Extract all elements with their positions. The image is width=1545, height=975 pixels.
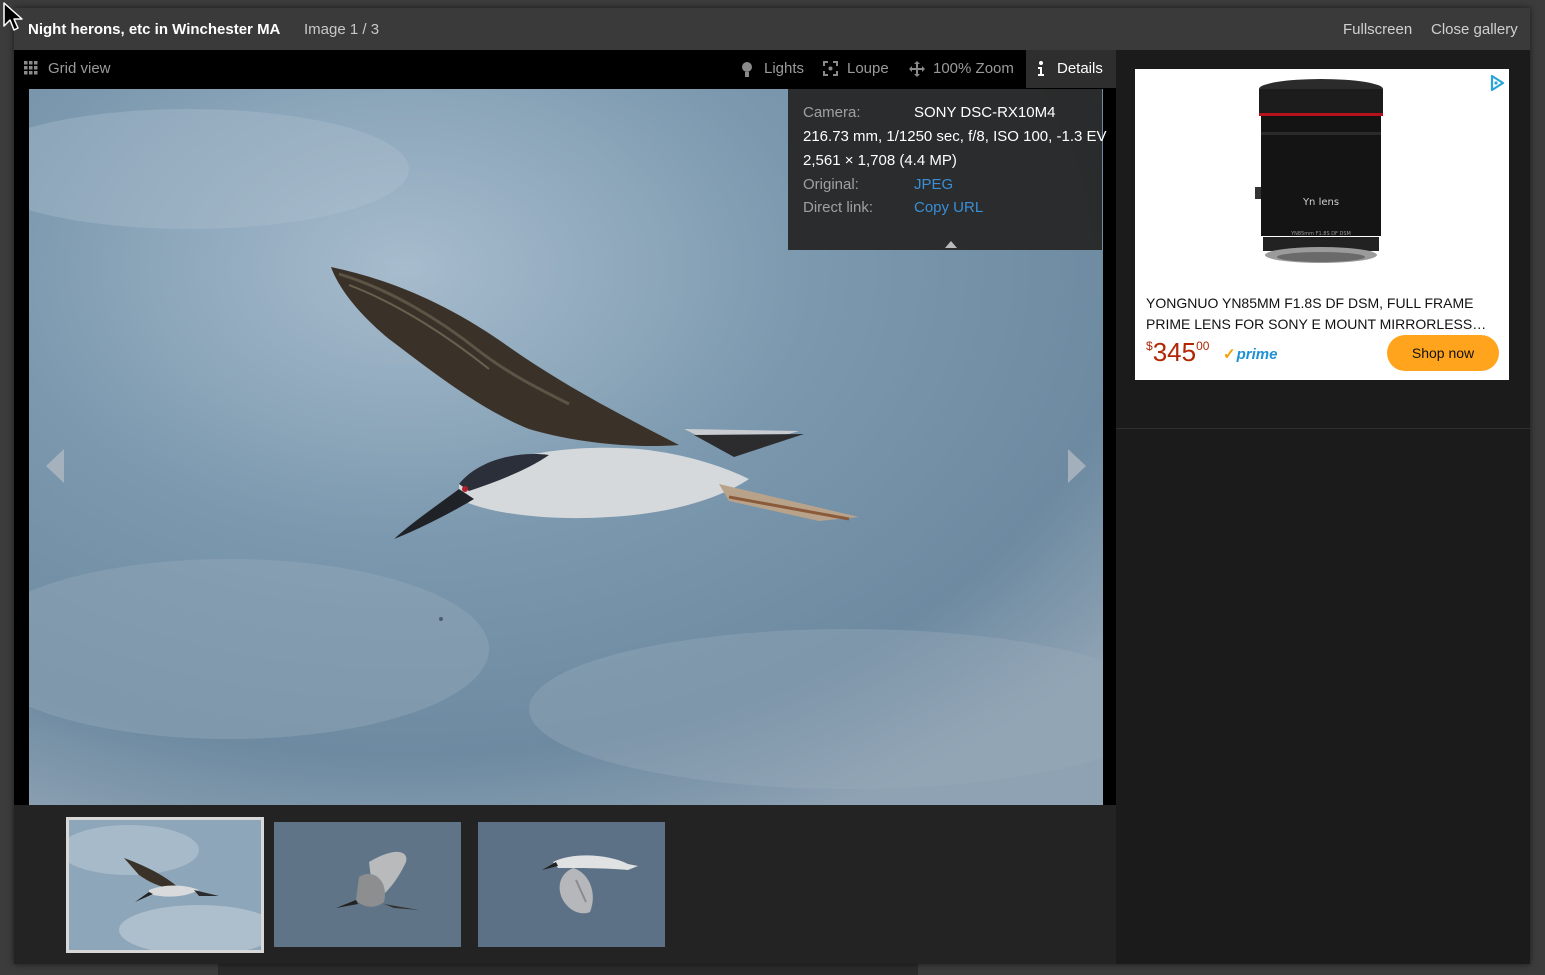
grid-view-label: Grid view bbox=[48, 60, 111, 77]
lens-model-text: YN85mm F1.8S DF DSM bbox=[1290, 231, 1351, 237]
image-dimensions: 2,561 × 1,708 (4.4 MP) bbox=[803, 152, 957, 169]
ad-choices-icon[interactable] bbox=[1488, 74, 1506, 97]
details-label: Details bbox=[1057, 60, 1103, 77]
bulb-icon bbox=[742, 62, 752, 77]
background-page-strip bbox=[218, 964, 918, 975]
gallery-title: Night herons, etc in Winchester MA bbox=[28, 21, 281, 38]
camera-value: SONY DSC-RX10M4 bbox=[914, 104, 1056, 121]
price-whole: 345 bbox=[1152, 337, 1197, 367]
details-button[interactable]: Details bbox=[1026, 50, 1116, 88]
camera-row: Camera: SONY DSC-RX10M4 bbox=[803, 104, 1055, 121]
lightbox-gallery: Night herons, etc in Winchester MA Image… bbox=[14, 8, 1530, 964]
ad-sidebar: Yn lens YN85mm F1.8S DF DSM YONGNUO YN85… bbox=[1116, 50, 1530, 964]
viewer-toolbar: Grid view Lights Loupe 100% Zoom Details bbox=[14, 50, 1116, 88]
chevron-left-icon bbox=[46, 449, 64, 483]
product-ad[interactable]: Yn lens YN85mm F1.8S DF DSM YONGNUO YN85… bbox=[1135, 69, 1509, 380]
thumbnail-2[interactable] bbox=[274, 822, 461, 947]
thumbnail-1[interactable] bbox=[66, 817, 264, 953]
chevron-right-icon bbox=[1068, 449, 1086, 483]
move-arrows-icon bbox=[909, 61, 925, 77]
info-icon bbox=[1038, 61, 1044, 76]
prime-check-icon: ✓ bbox=[1223, 346, 1236, 363]
sidebar-divider bbox=[1116, 428, 1530, 429]
fullscreen-button[interactable]: Fullscreen bbox=[1343, 21, 1412, 38]
prime-label: prime bbox=[1236, 346, 1278, 363]
direct-link-row: Direct link: Copy URL bbox=[803, 199, 983, 216]
direct-link-label: Direct link: bbox=[803, 199, 874, 216]
ad-price: $34500 bbox=[1146, 337, 1209, 368]
price-currency: $ bbox=[1146, 339, 1153, 353]
thumbnail-2-image bbox=[274, 822, 461, 947]
image-counter: Image 1 / 3 bbox=[304, 21, 380, 38]
original-jpeg-link[interactable]: JPEG bbox=[914, 176, 953, 193]
mouse-cursor-icon bbox=[3, 2, 23, 31]
close-gallery-button[interactable]: Close gallery bbox=[1431, 21, 1518, 38]
exposure-info: 216.73 mm, 1/1250 sec, f/8, ISO 100, -1.… bbox=[803, 128, 1107, 145]
next-image-arrow[interactable] bbox=[1066, 447, 1088, 490]
shop-now-button[interactable]: Shop now bbox=[1387, 335, 1499, 371]
zoom-label: 100% Zoom bbox=[933, 60, 1014, 77]
original-row: Original: JPEG bbox=[803, 176, 953, 193]
details-panel: Camera: SONY DSC-RX10M4 216.73 mm, 1/125… bbox=[788, 89, 1107, 252]
ad-title-line-1: YONGNUO YN85MM F1.8S DF DSM, FULL FRAME bbox=[1146, 295, 1474, 311]
original-label: Original: bbox=[803, 176, 859, 193]
thumbnail-3[interactable] bbox=[478, 822, 665, 947]
lens-brand-text: Yn lens bbox=[1302, 197, 1339, 208]
gallery-titlebar: Night herons, etc in Winchester MA Image… bbox=[14, 8, 1530, 50]
image-viewer: Grid view Lights Loupe 100% Zoom Details… bbox=[14, 50, 1116, 805]
caret-up-icon bbox=[945, 241, 957, 248]
collapse-details-button[interactable] bbox=[945, 235, 957, 252]
loupe-label: Loupe bbox=[847, 60, 889, 77]
previous-image-arrow[interactable] bbox=[44, 447, 66, 490]
lights-label: Lights bbox=[764, 60, 805, 77]
price-cents: 00 bbox=[1196, 339, 1210, 353]
camera-label: Camera: bbox=[803, 104, 861, 121]
ad-product-title: YONGNUO YN85MM F1.8S DF DSM, FULL FRAME … bbox=[1146, 293, 1496, 335]
thumbnail-1-image bbox=[69, 820, 261, 950]
copy-url-link[interactable]: Copy URL bbox=[914, 199, 983, 216]
photo-edge-band bbox=[1103, 289, 1116, 805]
prime-badge: ✓prime bbox=[1223, 345, 1277, 363]
thumbnail-strip bbox=[14, 805, 1116, 964]
lens-product-image: Yn lens YN85mm F1.8S DF DSM bbox=[1255, 79, 1383, 263]
thumbnail-3-image bbox=[478, 822, 665, 947]
loupe-icon bbox=[823, 61, 838, 76]
grid-icon bbox=[24, 61, 38, 75]
ad-title-line-2: PRIME LENS FOR SONY E MOUNT MIRRORLESS… bbox=[1146, 316, 1487, 332]
